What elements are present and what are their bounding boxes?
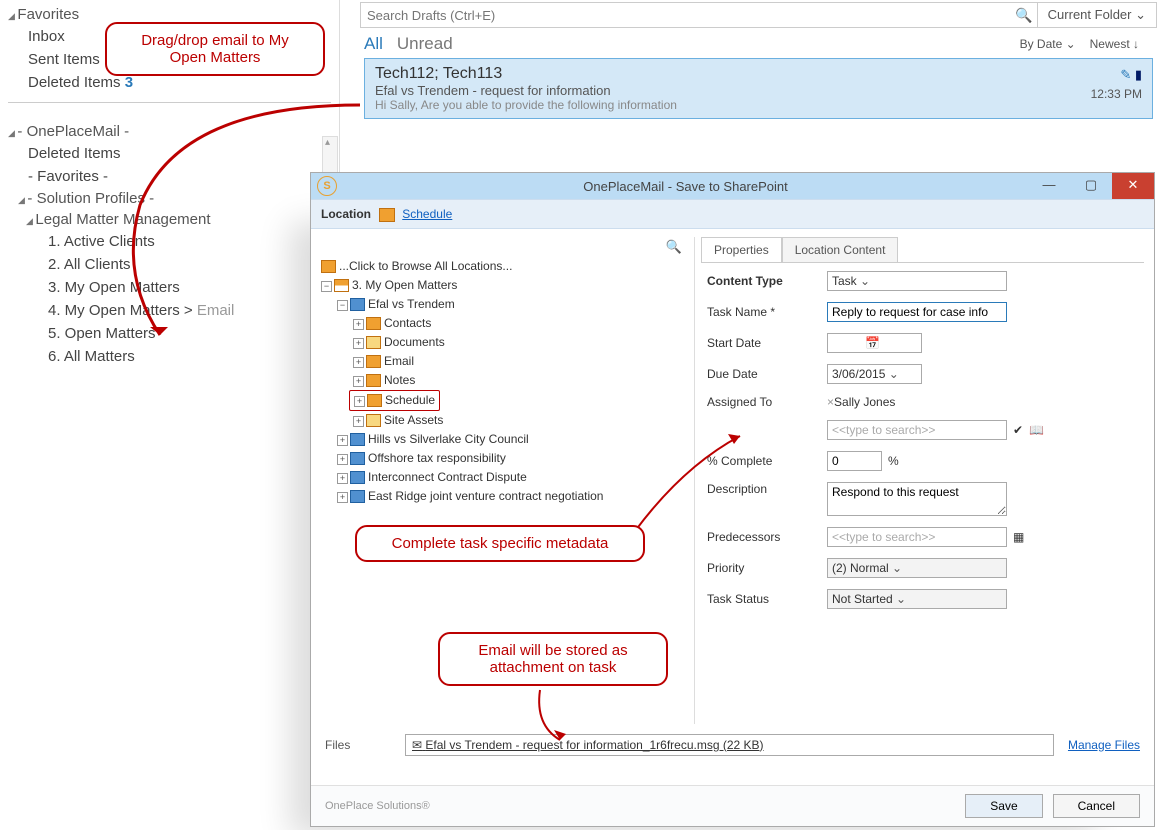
title-bar: S OnePlaceMail - Save to SharePoint — ▢ … [311, 173, 1154, 199]
tab-properties[interactable]: Properties [701, 237, 782, 262]
search-input[interactable] [361, 4, 1011, 27]
due-date-input[interactable]: 3/06/2015 [827, 364, 922, 384]
callout3-pointer [530, 685, 590, 745]
sort-by-date[interactable]: By Date [1020, 37, 1090, 51]
email-preview: Hi Sally, Are you able to provide the fo… [375, 98, 1142, 112]
email-to: Tech112; Tech113 [375, 65, 1142, 83]
tree-schedule-selected: +Schedule [349, 390, 440, 411]
dialog-title: OnePlaceMail - Save to SharePoint [343, 179, 1028, 194]
attached-file[interactable]: ✉ Efal vs Trendem - request for informat… [405, 734, 1054, 756]
save-button[interactable]: Save [965, 794, 1042, 818]
callout-attachment: Email will be stored as attachment on ta… [438, 632, 668, 686]
percent-complete-input[interactable] [827, 451, 882, 471]
task-name-label: Task Name * [707, 305, 827, 319]
assigned-to-label: Assigned To [707, 395, 827, 409]
content-type-label: Content Type [707, 274, 827, 288]
priority-select[interactable]: (2) Normal [827, 558, 1007, 578]
task-name-input[interactable] [827, 302, 1007, 322]
start-date-label: Start Date [707, 336, 827, 350]
browse-icon[interactable]: 📖 [1029, 423, 1044, 437]
cancel-button[interactable]: Cancel [1053, 794, 1140, 818]
task-status-label: Task Status [707, 592, 827, 606]
callout-drag-drop: Drag/drop email to My Open Matters [105, 22, 325, 76]
tab-location-content[interactable]: Location Content [782, 237, 899, 262]
content-type-select[interactable]: Task [827, 271, 1007, 291]
minimize-button[interactable]: — [1028, 173, 1070, 199]
filter-all[interactable]: All [364, 34, 397, 54]
files-row: Files ✉ Efal vs Trendem - request for in… [311, 724, 1154, 766]
filter-unread[interactable]: Unread [397, 34, 453, 54]
footer-brand: OnePlace Solutions® [325, 800, 955, 812]
files-label: Files [325, 738, 405, 752]
predecessors-input[interactable]: <<type to search>> [827, 527, 1007, 547]
search-scope[interactable]: Current Folder [1037, 3, 1156, 27]
close-button[interactable]: ✕ [1112, 173, 1154, 199]
search-row: 🔍 Current Folder [360, 2, 1157, 28]
email-subject: Efal vs Trendem - request for informatio… [375, 83, 1142, 98]
email-item[interactable]: ✎ ▮ Tech112; Tech113 Efal vs Trendem - r… [364, 58, 1153, 119]
callout-metadata: Complete task specific metadata [355, 525, 645, 562]
mail-list-pane: 🔍 Current Folder All Unread By Date Newe… [360, 0, 1157, 119]
description-input[interactable] [827, 482, 1007, 516]
email-time: 12:33 PM [1091, 87, 1142, 101]
edit-icon: ✎ [1120, 67, 1131, 82]
category-flag: ▮ [1135, 67, 1142, 82]
assigned-to-search[interactable]: <<type to search>> [827, 420, 1007, 440]
location-link[interactable]: Schedule [402, 207, 452, 221]
arrow-drag [120, 75, 380, 365]
callout2-pointer [620, 428, 750, 538]
sort-newest[interactable]: Newest ↓ [1090, 37, 1153, 51]
location-bar: Location Schedule [311, 199, 1154, 229]
manage-files-link[interactable]: Manage Files [1068, 738, 1140, 752]
search-icon[interactable]: 🔍 [1011, 7, 1037, 24]
start-date-input[interactable]: 📅 [827, 333, 922, 353]
msg-icon: ✉ [412, 738, 422, 752]
check-names-icon[interactable]: ✔ [1013, 423, 1023, 437]
due-date-label: Due Date [707, 367, 827, 381]
properties-pane: Properties Location Content Content Type… [694, 237, 1144, 724]
task-status-select[interactable]: Not Started [827, 589, 1007, 609]
location-icon [379, 208, 395, 222]
maximize-button[interactable]: ▢ [1070, 173, 1112, 199]
predecessors-browse-icon[interactable]: ▦ [1013, 530, 1024, 544]
priority-label: Priority [707, 561, 827, 575]
